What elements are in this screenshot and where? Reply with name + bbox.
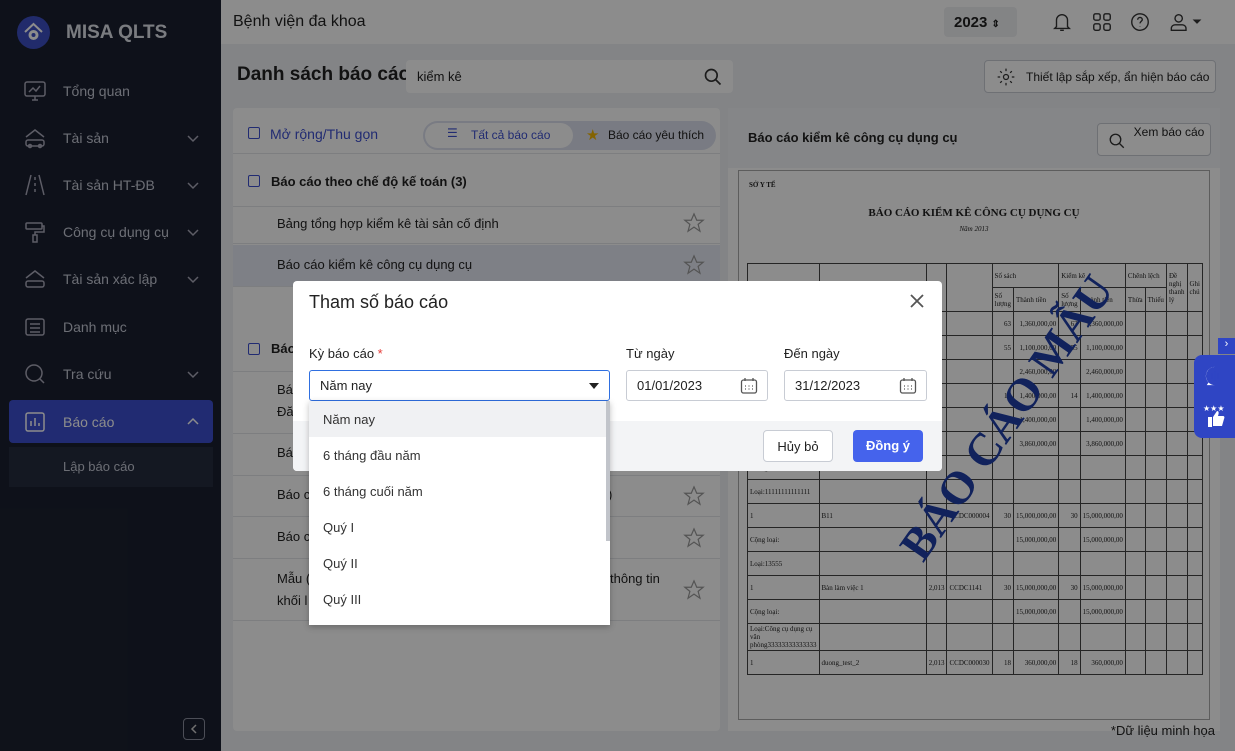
dropdown-option[interactable]: Quý I — [309, 509, 610, 545]
chat-feedback-icon[interactable] — [1204, 365, 1226, 387]
dropdown-option[interactable]: Quý II — [309, 545, 610, 581]
period-select[interactable]: Năm nay — [309, 370, 610, 401]
cancel-button[interactable]: Hủy bỏ — [763, 430, 833, 462]
dropdown-option[interactable]: Năm nay — [309, 401, 610, 437]
confirm-button[interactable]: Đồng ý — [853, 430, 923, 462]
caret-down-icon — [589, 383, 599, 389]
dropdown-scrollbar[interactable] — [606, 401, 610, 541]
calendar-icon[interactable] — [740, 377, 758, 395]
dialog-title: Tham số báo cáo — [309, 292, 449, 312]
feedback-widget: ★★★ — [1194, 355, 1235, 438]
from-date-input[interactable]: 01/01/2023 — [626, 370, 768, 401]
to-date-input[interactable]: 31/12/2023 — [784, 370, 927, 401]
calendar-icon[interactable] — [899, 377, 917, 395]
rating-thumbs-up-icon[interactable]: ★★★ — [1202, 403, 1228, 429]
widget-expand-button[interactable]: › — [1218, 338, 1235, 354]
period-label-text: Kỳ báo cáo — [309, 346, 375, 361]
period-dropdown-list: Năm nay 6 tháng đầu năm 6 tháng cuối năm… — [309, 401, 610, 625]
to-date-label: Đến ngày — [784, 346, 840, 361]
dropdown-option[interactable]: 6 tháng đầu năm — [309, 437, 610, 473]
period-value: Năm nay — [320, 378, 373, 393]
close-icon[interactable] — [909, 293, 925, 309]
period-label: Kỳ báo cáo * — [309, 346, 383, 361]
svg-text:★★★: ★★★ — [1203, 404, 1225, 413]
to-date-value: 31/12/2023 — [795, 378, 861, 393]
dropdown-option[interactable]: Quý III — [309, 581, 610, 617]
from-date-value: 01/01/2023 — [637, 378, 703, 393]
dropdown-option[interactable]: 6 tháng cuối năm — [309, 473, 610, 509]
from-date-label: Từ ngày — [626, 346, 675, 361]
required-mark: * — [377, 346, 383, 361]
